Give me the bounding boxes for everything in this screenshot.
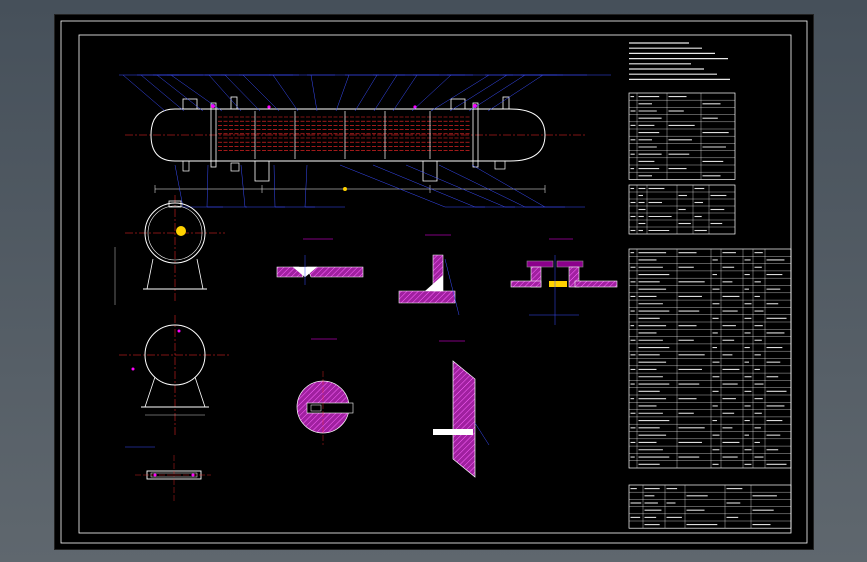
main-elevation-view [119, 74, 611, 208]
end-view-top [114, 195, 225, 305]
leader-lines-top [119, 74, 611, 112]
inlet-marker-icon [176, 226, 186, 236]
design-data-table [628, 92, 736, 180]
detail-butt-weld [276, 238, 364, 285]
top-nozzles [182, 96, 510, 110]
drawing-sheet [54, 14, 814, 550]
nozzle-table [628, 184, 736, 235]
notes-block [629, 42, 730, 81]
cad-viewport [0, 0, 867, 562]
detail-support-plate [433, 340, 490, 478]
title-block [628, 484, 792, 529]
detail-flange-nozzle [510, 238, 618, 325]
cad-drawing [60, 20, 808, 544]
parts-list-table [628, 248, 792, 469]
dimension-lines [154, 185, 546, 193]
end-view-bottom [119, 315, 231, 435]
detail-tube-hole [296, 338, 354, 445]
detail-fillet-weld [398, 234, 460, 316]
saddle-plan-view [125, 446, 211, 501]
saddles [182, 160, 506, 182]
